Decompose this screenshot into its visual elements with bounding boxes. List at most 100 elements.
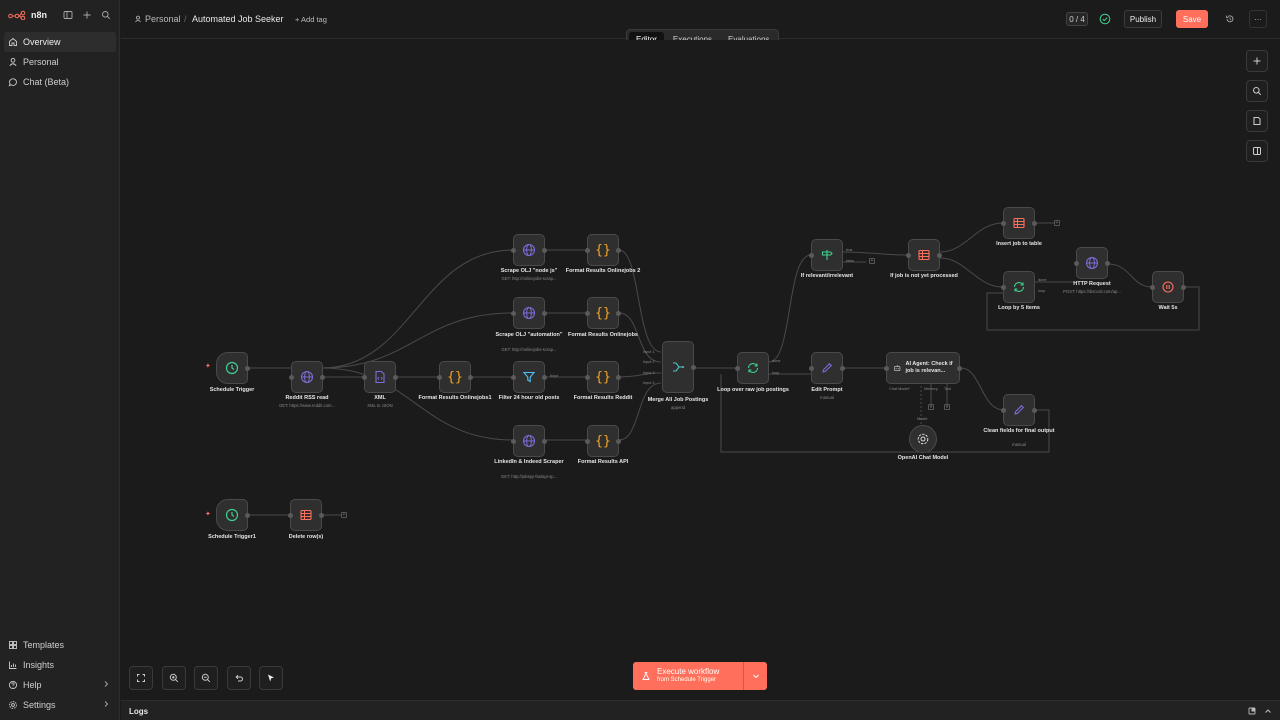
node-format-reddit[interactable]: {} — [585, 361, 621, 393]
add-memory-button[interactable]: + — [928, 404, 934, 410]
add-node-button[interactable]: + — [341, 512, 347, 518]
node-insert-job[interactable] — [1001, 207, 1037, 239]
publish-button[interactable]: Publish — [1124, 10, 1162, 28]
input-port[interactable] — [1001, 221, 1006, 226]
add-node-toolbar-button[interactable] — [1246, 50, 1268, 72]
input-port[interactable] — [809, 253, 814, 258]
sidebar-item-settings[interactable]: Settings — [4, 695, 116, 715]
output-port[interactable] — [840, 366, 845, 371]
node-if-relevant[interactable] — [809, 239, 843, 271]
input-port[interactable] — [437, 375, 442, 380]
input-port[interactable] — [884, 366, 889, 371]
node-ai-agent[interactable]: AI Agent: Check if job is relevan... — [884, 352, 962, 384]
input-port[interactable] — [511, 248, 516, 253]
sticky-note-button[interactable] — [1246, 110, 1268, 132]
add-node-button[interactable]: + — [869, 258, 875, 264]
output-port[interactable] — [1181, 285, 1186, 290]
add-tag-button[interactable]: + Add tag — [295, 15, 327, 24]
input-port[interactable] — [1001, 408, 1006, 413]
zoom-in-button[interactable] — [162, 666, 186, 690]
output-port[interactable] — [245, 513, 250, 518]
node-loop-by-5[interactable] — [1001, 271, 1035, 303]
node-schedule-trigger1[interactable] — [216, 499, 250, 531]
sidebar-item-personal[interactable]: Personal — [4, 52, 116, 72]
chevron-up-icon[interactable] — [1264, 707, 1272, 715]
collapse-sidebar-icon[interactable] — [63, 10, 73, 20]
output-port[interactable] — [616, 375, 621, 380]
sidebar-item-templates[interactable]: Templates — [4, 635, 116, 655]
input-port[interactable] — [585, 248, 590, 253]
output-port[interactable] — [319, 513, 324, 518]
add-node-button[interactable]: + — [1054, 220, 1060, 226]
sidebar-item-overview[interactable]: Overview — [4, 32, 116, 52]
search-nodes-button[interactable] — [1246, 80, 1268, 102]
history-icon[interactable] — [1225, 14, 1235, 24]
node-scrape-olj-nodejs[interactable] — [511, 234, 547, 266]
input-port[interactable] — [1074, 261, 1079, 266]
add-tool-button[interactable]: + — [944, 404, 950, 410]
plus-icon[interactable] — [82, 10, 92, 20]
node-delete-rows[interactable] — [288, 499, 324, 531]
sidebar-item-chat[interactable]: Chat (Beta) — [4, 72, 116, 92]
node-openai-chat-model[interactable] — [909, 425, 937, 453]
output-port[interactable] — [691, 365, 696, 370]
input-port[interactable] — [1001, 285, 1006, 290]
fit-view-button[interactable] — [129, 666, 153, 690]
input-port[interactable] — [511, 311, 516, 316]
output-port[interactable] — [957, 366, 962, 371]
output-port[interactable] — [393, 375, 398, 380]
node-reddit-rss[interactable] — [289, 361, 325, 393]
node-loop-raw-postings[interactable] — [735, 352, 769, 384]
node-xml[interactable] — [362, 361, 398, 393]
input-port[interactable] — [511, 439, 516, 444]
output-port[interactable] — [616, 439, 621, 444]
output-port[interactable] — [542, 248, 547, 253]
workflow-canvas[interactable]: ✦ Schedule Trigger Reddit RSS read GET: … — [121, 40, 1280, 700]
logs-panel[interactable]: Logs — [121, 700, 1280, 720]
output-port[interactable] — [542, 375, 547, 380]
execute-dropdown-button[interactable] — [743, 662, 767, 690]
input-port[interactable] — [289, 375, 294, 380]
sidebar-item-insights[interactable]: Insights — [4, 655, 116, 675]
input-port[interactable] — [735, 366, 740, 371]
node-schedule-trigger[interactable] — [216, 352, 250, 384]
toggle-panel-button[interactable] — [1246, 140, 1268, 162]
output-port[interactable] — [542, 311, 547, 316]
output-port[interactable] — [542, 439, 547, 444]
output-port[interactable] — [616, 311, 621, 316]
node-merge[interactable] — [662, 341, 696, 393]
node-http-request[interactable] — [1074, 247, 1110, 279]
node-wait[interactable] — [1150, 271, 1186, 303]
breadcrumb-project[interactable]: Personal — [134, 14, 181, 24]
node-format-api[interactable]: {} — [585, 425, 621, 457]
node-format-onlinejobs[interactable]: {} — [585, 297, 621, 329]
sidebar-item-help[interactable]: Help — [4, 675, 116, 695]
node-clean-fields[interactable] — [1001, 394, 1037, 426]
output-port[interactable] — [937, 253, 942, 258]
node-format-onlinejobs2[interactable]: {} — [585, 234, 621, 266]
search-icon[interactable] — [101, 10, 111, 20]
save-button[interactable]: Save — [1176, 10, 1208, 28]
output-port[interactable] — [320, 375, 325, 380]
publish-count-badge[interactable]: 0 / 4 — [1066, 12, 1088, 26]
node-scrape-olj-automation[interactable] — [511, 297, 547, 329]
input-port[interactable] — [906, 253, 911, 258]
node-linkedin-indeed-scraper[interactable] — [511, 425, 547, 457]
output-port[interactable] — [1105, 261, 1110, 266]
node-edit-prompt[interactable] — [809, 352, 845, 384]
input-port[interactable] — [585, 375, 590, 380]
input-port[interactable] — [1150, 285, 1155, 290]
more-options-button[interactable]: ··· — [1249, 10, 1267, 28]
n8n-logo[interactable]: n8n — [8, 10, 47, 20]
output-port[interactable] — [468, 375, 473, 380]
input-port[interactable] — [362, 375, 367, 380]
undo-button[interactable] — [227, 666, 251, 690]
workflow-name[interactable]: Automated Job Seeker — [192, 14, 284, 24]
output-port[interactable] — [245, 366, 250, 371]
node-filter-24h[interactable] — [511, 361, 547, 393]
input-port[interactable] — [809, 366, 814, 371]
output-port[interactable] — [1032, 221, 1037, 226]
execute-workflow-button[interactable]: Execute workflow from Schedule Trigger — [633, 662, 743, 690]
popout-icon[interactable] — [1248, 707, 1256, 715]
input-port[interactable] — [288, 513, 293, 518]
